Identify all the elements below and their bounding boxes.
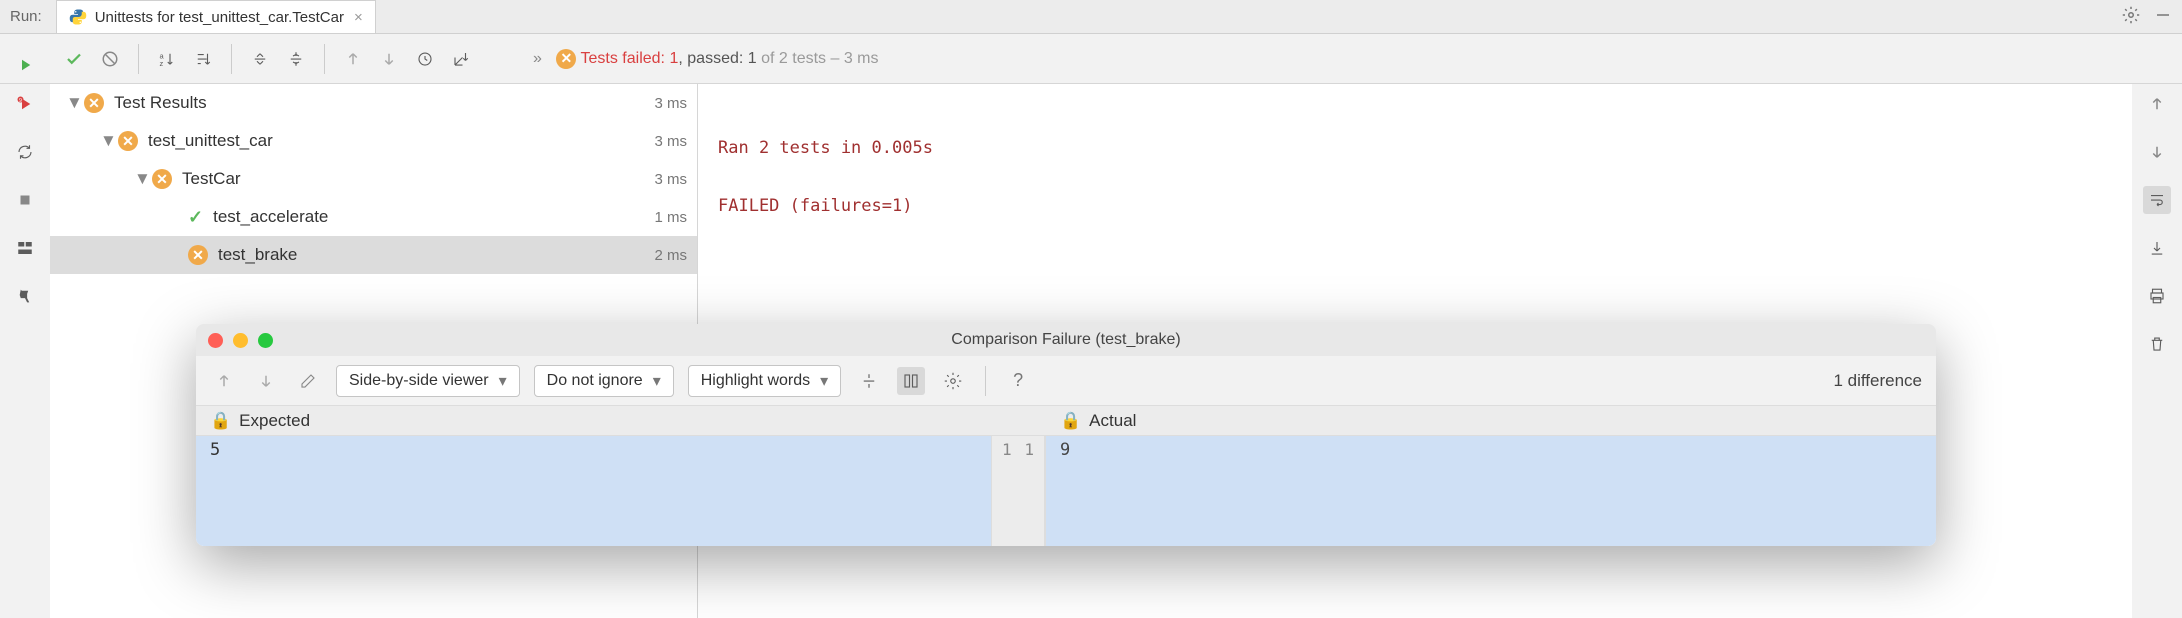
ignore-mode-select[interactable]: Do not ignore▾ <box>534 365 674 397</box>
svg-text:9: 9 <box>19 98 22 104</box>
tree-duration: 3 ms <box>654 133 687 150</box>
viewer-mode-select[interactable]: Side-by-side viewer▾ <box>336 365 520 397</box>
fail-status-icon: ✕ <box>556 49 576 69</box>
tree-duration: 3 ms <box>654 95 687 112</box>
import-tests-button[interactable] <box>447 45 475 73</box>
comparison-dialog: Comparison Failure (test_brake) Side-by-… <box>196 324 1936 546</box>
expand-all-button[interactable] <box>246 45 274 73</box>
tree-duration: 2 ms <box>654 247 687 264</box>
tree-label: test_unittest_car <box>148 131 273 151</box>
fail-status-icon: ✕ <box>188 245 208 265</box>
tree-duration: 1 ms <box>654 209 687 226</box>
rerun-failed-button[interactable]: 9 <box>11 90 39 118</box>
tab-title: Unittests for test_unittest_car.TestCar <box>95 9 344 26</box>
sort-alpha-button[interactable]: az <box>153 45 181 73</box>
tree-class[interactable]: ▼ ✕ TestCar 3 ms <box>50 160 697 198</box>
tree-test-accelerate[interactable]: ▼ ✓ test_accelerate 1 ms <box>50 198 697 236</box>
tree-module[interactable]: ▼ ✕ test_unittest_car 3 ms <box>50 122 697 160</box>
soft-wrap-toggle[interactable] <box>2143 186 2171 214</box>
window-zoom-button[interactable] <box>258 333 273 348</box>
toggle-auto-test-button[interactable] <box>11 138 39 166</box>
collapse-unchanged-button[interactable] <box>855 367 883 395</box>
expected-pane[interactable]: 5 11 <box>196 436 1046 546</box>
show-passed-toggle[interactable] <box>60 45 88 73</box>
run-config-tab[interactable]: Unittests for test_unittest_car.TestCar … <box>56 0 376 33</box>
stop-button[interactable] <box>11 186 39 214</box>
up-trace-button[interactable] <box>2143 90 2171 118</box>
help-button[interactable]: ? <box>1004 367 1032 395</box>
collapse-all-button[interactable] <box>282 45 310 73</box>
actual-value: 9 <box>1060 440 1070 460</box>
edit-button[interactable] <box>294 367 322 395</box>
prev-diff-button[interactable] <box>210 367 238 395</box>
dialog-title: Comparison Failure (test_brake) <box>951 331 1180 349</box>
status-text: » ✕ Tests failed: 1, passed: 1 of 2 test… <box>533 49 879 69</box>
actual-pane[interactable]: 9 <box>1046 436 1936 546</box>
run-label: Run: <box>10 8 42 25</box>
close-icon[interactable]: × <box>354 9 363 26</box>
lock-icon: 🔒 <box>1060 411 1081 431</box>
tree-test-brake[interactable]: ▼ ✕ test_brake 2 ms <box>50 236 697 274</box>
clear-all-button[interactable] <box>2143 330 2171 358</box>
scroll-to-end-toggle[interactable] <box>2143 234 2171 262</box>
down-trace-button[interactable] <box>2143 138 2171 166</box>
expected-header: 🔒 Expected <box>196 406 1046 435</box>
tree-label: Test Results <box>114 93 207 113</box>
python-icon <box>69 8 87 26</box>
next-failed-button[interactable] <box>375 45 403 73</box>
tree-root[interactable]: ▼ ✕ Test Results 3 ms <box>50 84 697 122</box>
gear-icon[interactable] <box>2122 6 2140 27</box>
test-history-button[interactable] <box>411 45 439 73</box>
print-button[interactable] <box>2143 282 2171 310</box>
next-diff-button[interactable] <box>252 367 280 395</box>
fail-status-icon: ✕ <box>84 93 104 113</box>
fail-status-icon: ✕ <box>152 169 172 189</box>
actual-header: 🔒 Actual <box>1046 406 1936 435</box>
pass-status-icon: ✓ <box>188 207 203 228</box>
chevrons-icon: » <box>533 50 542 67</box>
fail-status-icon: ✕ <box>118 131 138 151</box>
layout-button[interactable] <box>11 234 39 262</box>
chevron-down-icon: ▾ <box>653 371 661 391</box>
tree-label: TestCar <box>182 169 241 189</box>
diff-settings-button[interactable] <box>939 367 967 395</box>
chevron-down-icon: ▾ <box>499 371 507 391</box>
window-close-button[interactable] <box>208 333 223 348</box>
minimize-icon[interactable] <box>2154 6 2172 27</box>
line-gutter: 11 <box>991 436 1045 546</box>
prev-failed-button[interactable] <box>339 45 367 73</box>
tree-label: test_brake <box>218 245 297 265</box>
lock-icon: 🔒 <box>210 411 231 431</box>
window-minimize-button[interactable] <box>233 333 248 348</box>
svg-text:z: z <box>160 58 164 67</box>
run-button[interactable] <box>11 51 39 79</box>
sort-duration-button[interactable] <box>189 45 217 73</box>
expected-value: 5 <box>196 436 991 546</box>
pin-button[interactable] <box>11 282 39 310</box>
show-ignored-toggle[interactable] <box>96 45 124 73</box>
highlight-mode-select[interactable]: Highlight words▾ <box>688 365 841 397</box>
sync-scroll-toggle[interactable] <box>897 367 925 395</box>
tree-label: test_accelerate <box>213 207 328 227</box>
chevron-down-icon: ▾ <box>820 371 828 391</box>
tree-duration: 3 ms <box>654 171 687 188</box>
diff-summary: 1 difference <box>1833 371 1922 391</box>
